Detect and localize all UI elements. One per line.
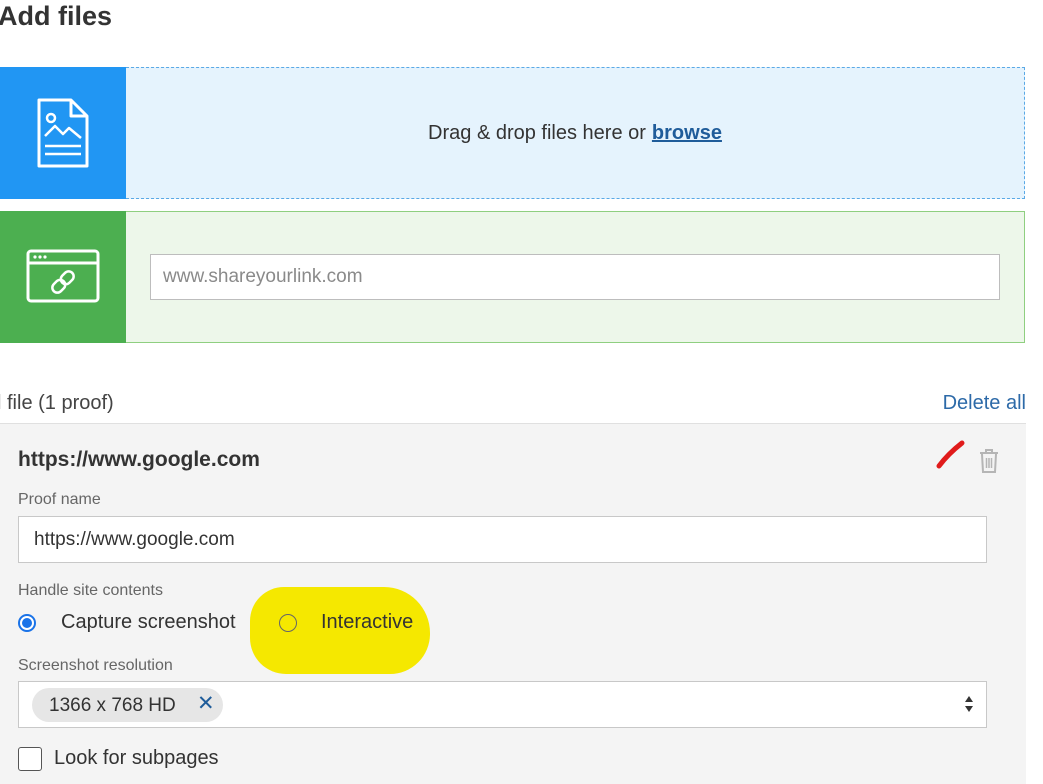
share-link-section xyxy=(0,211,1026,343)
resolution-select[interactable]: 1366 x 768 HD ✕ xyxy=(18,681,987,728)
resolution-chip: 1366 x 768 HD ✕ xyxy=(32,688,223,722)
browser-link-icon xyxy=(26,249,100,303)
image-file-icon xyxy=(37,98,89,168)
drop-area[interactable]: Drag & drop files here or browse xyxy=(126,67,1025,199)
proof-card-title: https://www.google.com xyxy=(18,448,260,471)
remove-chip-icon[interactable]: ✕ xyxy=(197,693,215,715)
proof-name-label: Proof name xyxy=(18,491,101,508)
drop-instructions: Drag & drop files here or xyxy=(428,121,646,144)
share-link-input[interactable] xyxy=(150,254,1000,300)
file-drop-zone[interactable]: Drag & drop files here or browse xyxy=(0,67,1026,199)
capture-screenshot-label[interactable]: Capture screenshot xyxy=(61,611,236,634)
page-title: Add files xyxy=(0,1,113,31)
capture-screenshot-radio[interactable] xyxy=(18,614,36,632)
file-count-label: l file (1 proof) xyxy=(0,392,114,414)
trash-icon[interactable] xyxy=(978,448,1000,474)
drop-icon-panel xyxy=(0,67,126,199)
look-for-subpages-checkbox[interactable] xyxy=(18,747,42,771)
delete-all-link[interactable]: Delete all xyxy=(943,392,1026,415)
interactive-radio[interactable] xyxy=(279,614,297,632)
link-icon-panel xyxy=(0,211,126,343)
red-mark-annotation xyxy=(936,440,965,469)
link-input-area xyxy=(126,211,1025,343)
screenshot-resolution-label: Screenshot resolution xyxy=(18,657,173,674)
resolution-chip-label: 1366 x 768 HD xyxy=(49,695,176,716)
look-for-subpages-label[interactable]: Look for subpages xyxy=(54,747,219,770)
browse-link[interactable]: browse xyxy=(652,122,722,145)
proof-name-input[interactable] xyxy=(18,516,987,563)
proof-card: https://www.google.com Proof name Handle… xyxy=(0,423,1026,784)
select-arrows-icon[interactable] xyxy=(964,694,974,714)
interactive-label[interactable]: Interactive xyxy=(321,611,413,634)
handle-site-contents-label: Handle site contents xyxy=(18,582,163,599)
